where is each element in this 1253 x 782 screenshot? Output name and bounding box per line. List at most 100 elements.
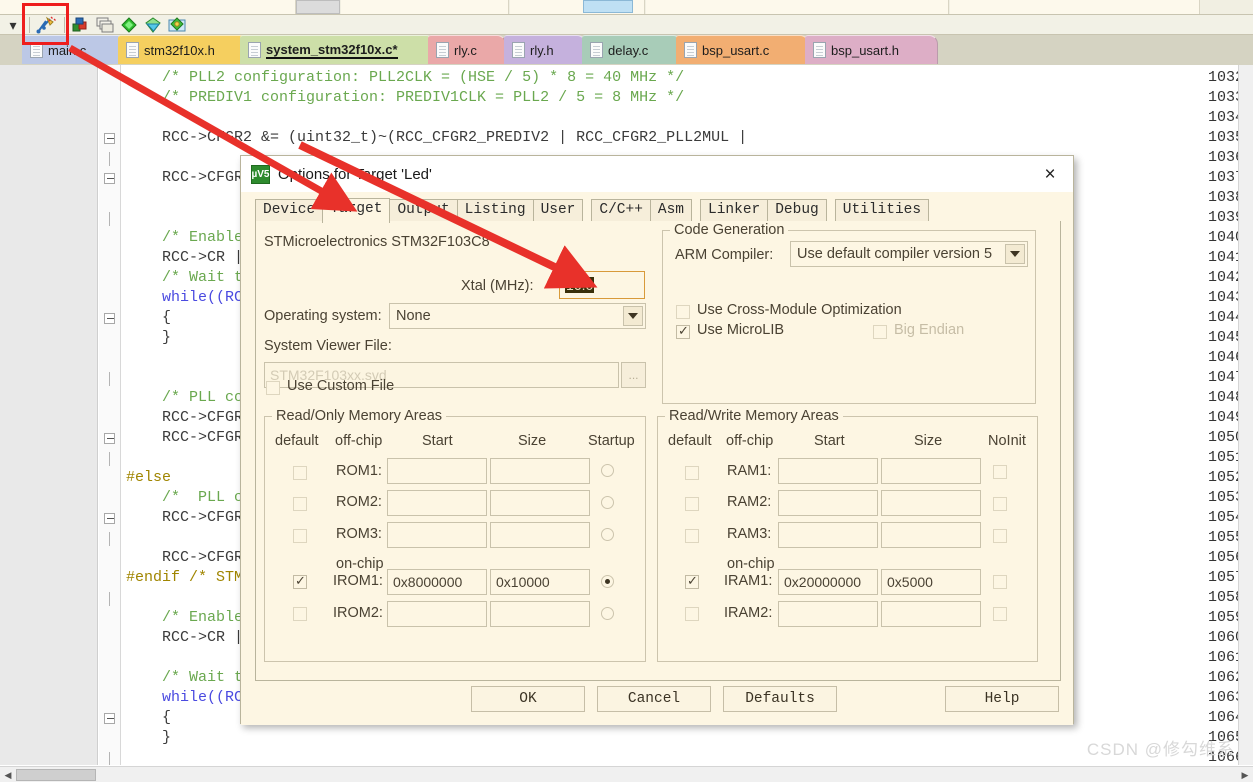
toolbar-segment-gray[interactable] bbox=[296, 0, 340, 14]
code-line[interactable]: { bbox=[126, 709, 171, 726]
code-line[interactable]: } bbox=[126, 729, 171, 746]
rom1-start-input[interactable] bbox=[387, 458, 487, 484]
fold-toggle-icon[interactable] bbox=[104, 173, 115, 184]
scroll-left-icon[interactable]: ◀ bbox=[1, 768, 15, 782]
code-line[interactable]: #else bbox=[126, 469, 171, 486]
configuration-wizard-icon[interactable] bbox=[118, 16, 140, 34]
rom1-default-checkbox[interactable] bbox=[293, 466, 307, 480]
iram1-noinit-checkbox[interactable] bbox=[993, 575, 1007, 589]
ram2-default-checkbox[interactable] bbox=[685, 497, 699, 511]
xtal-input[interactable]: 16.0 bbox=[559, 271, 645, 299]
rom2-size-input[interactable] bbox=[490, 490, 590, 516]
big-endian-checkbox[interactable] bbox=[873, 325, 887, 339]
editor-tab-delay-c[interactable]: delay.c bbox=[582, 35, 682, 64]
ram3-default-checkbox[interactable] bbox=[685, 529, 699, 543]
ram2-size-input[interactable] bbox=[881, 490, 981, 516]
editor-tab-rly-c[interactable]: rly.c bbox=[428, 35, 506, 64]
code-line[interactable]: { bbox=[126, 309, 171, 326]
fold-toggle-icon[interactable] bbox=[104, 433, 115, 444]
ram3-noinit-checkbox[interactable] bbox=[993, 529, 1007, 543]
code-line[interactable]: /* PREDIV1 configuration: PREDIV1CLK = P… bbox=[126, 89, 684, 106]
rom3-startup-radio[interactable] bbox=[601, 528, 614, 541]
iram2-size-input[interactable] bbox=[881, 601, 981, 627]
manage-project-items-icon[interactable] bbox=[70, 16, 92, 34]
editor-tab-rly-h[interactable]: rly.h bbox=[504, 35, 586, 64]
irom1-size-input[interactable]: 0x10000 bbox=[490, 569, 590, 595]
irom2-size-input[interactable] bbox=[490, 601, 590, 627]
help-button[interactable]: Help bbox=[945, 686, 1059, 712]
code-line[interactable]: } bbox=[126, 329, 171, 346]
chevron-down-icon[interactable]: ▾ bbox=[2, 16, 24, 34]
target-options-wizard-icon[interactable] bbox=[35, 16, 59, 34]
ram1-noinit-checkbox[interactable] bbox=[993, 465, 1007, 479]
scroll-right-icon[interactable]: ▶ bbox=[1238, 768, 1252, 782]
irom1-startup-radio[interactable] bbox=[601, 575, 614, 588]
code-line[interactable]: /* PLL2 configuration: PLL2CLK = (HSE / … bbox=[126, 69, 684, 86]
dialog-tab-listing[interactable]: Listing bbox=[456, 199, 534, 222]
chevron-down-icon[interactable] bbox=[623, 306, 643, 326]
iram1-size-input[interactable]: 0x5000 bbox=[881, 569, 981, 595]
ram1-default-checkbox[interactable] bbox=[685, 466, 699, 480]
horizontal-scrollbar[interactable]: ◀ ▶ bbox=[0, 766, 1253, 782]
ram3-start-input[interactable] bbox=[778, 522, 878, 548]
fold-toggle-icon[interactable] bbox=[104, 513, 115, 524]
dialog-tab-utilities[interactable]: Utilities bbox=[834, 199, 930, 222]
system-viewer-browse-button[interactable]: ... bbox=[621, 362, 646, 388]
irom2-start-input[interactable] bbox=[387, 601, 487, 627]
irom1-default-checkbox[interactable] bbox=[293, 573, 307, 589]
vertical-scrollbar[interactable] bbox=[1238, 65, 1253, 765]
rom1-size-input[interactable] bbox=[490, 458, 590, 484]
ram3-size-input[interactable] bbox=[881, 522, 981, 548]
irom1-start-input[interactable]: 0x8000000 bbox=[387, 569, 487, 595]
iram2-default-checkbox[interactable] bbox=[685, 607, 699, 621]
rom1-startup-radio[interactable] bbox=[601, 464, 614, 477]
fold-toggle-icon[interactable] bbox=[104, 133, 115, 144]
chevron-down-icon[interactable] bbox=[1005, 244, 1025, 264]
ram1-start-input[interactable] bbox=[778, 458, 878, 484]
fold-column[interactable] bbox=[99, 65, 121, 765]
use-microlib-checkbox[interactable] bbox=[676, 323, 690, 339]
cancel-button[interactable]: Cancel bbox=[597, 686, 711, 712]
rom3-start-input[interactable] bbox=[387, 522, 487, 548]
operating-system-select[interactable]: None bbox=[389, 303, 646, 329]
rom3-size-input[interactable] bbox=[490, 522, 590, 548]
ok-button[interactable]: OK bbox=[471, 686, 585, 712]
dialog-tab-device[interactable]: Device bbox=[255, 199, 324, 222]
ram2-noinit-checkbox[interactable] bbox=[993, 497, 1007, 511]
editor-tab-system-stm32f10x-c[interactable]: system_stm32f10x.c* bbox=[240, 35, 435, 64]
iram2-start-input[interactable] bbox=[778, 601, 878, 627]
code-line[interactable]: RCC->CFGR2 &= (uint32_t)~(RCC_CFGR2_PRED… bbox=[126, 129, 747, 146]
rom2-start-input[interactable] bbox=[387, 490, 487, 516]
cross-module-optimization-checkbox[interactable] bbox=[676, 305, 690, 319]
editor-tab-bsp-usart-h[interactable]: bsp_usart.h bbox=[805, 35, 938, 64]
ram1-size-input[interactable] bbox=[881, 458, 981, 484]
use-custom-file-checkbox[interactable] bbox=[266, 381, 280, 395]
defaults-button[interactable]: Defaults bbox=[723, 686, 837, 712]
editor-tab-bsp-usart-c[interactable]: bsp_usart.c bbox=[676, 35, 809, 64]
irom2-startup-radio[interactable] bbox=[601, 607, 614, 620]
arm-compiler-select[interactable]: Use default compiler version 5 bbox=[790, 241, 1028, 267]
fold-toggle-icon[interactable] bbox=[104, 313, 115, 324]
irom2-default-checkbox[interactable] bbox=[293, 607, 307, 621]
dialog-tab-output[interactable]: Output bbox=[389, 199, 458, 222]
iram1-default-checkbox[interactable] bbox=[685, 573, 699, 589]
rom2-startup-radio[interactable] bbox=[601, 496, 614, 509]
iram1-start-input[interactable]: 0x20000000 bbox=[778, 569, 878, 595]
dialog-tab-target[interactable]: Target bbox=[322, 198, 391, 223]
dialog-tab-asm[interactable]: Asm bbox=[649, 199, 693, 222]
pack-installer-icon[interactable] bbox=[166, 16, 188, 34]
dialog-tab-debug[interactable]: Debug bbox=[767, 199, 827, 222]
hscroll-thumb[interactable] bbox=[16, 769, 96, 781]
iram2-noinit-checkbox[interactable] bbox=[993, 607, 1007, 621]
editor-tab-stm32f10x-h[interactable]: stm32f10x.h bbox=[118, 35, 256, 64]
toolbar-segment-selected[interactable] bbox=[583, 0, 633, 13]
filter-icon[interactable] bbox=[142, 16, 164, 34]
dialog-tab-user[interactable]: User bbox=[532, 199, 584, 222]
multi-project-icon[interactable] bbox=[94, 16, 116, 34]
dialog-tab-c-cpp[interactable]: C/C++ bbox=[591, 199, 651, 222]
rom3-default-checkbox[interactable] bbox=[293, 529, 307, 543]
dialog-tab-linker[interactable]: Linker bbox=[700, 199, 769, 222]
fold-toggle-icon[interactable] bbox=[104, 713, 115, 724]
ram2-start-input[interactable] bbox=[778, 490, 878, 516]
close-icon[interactable]: × bbox=[1039, 164, 1061, 186]
